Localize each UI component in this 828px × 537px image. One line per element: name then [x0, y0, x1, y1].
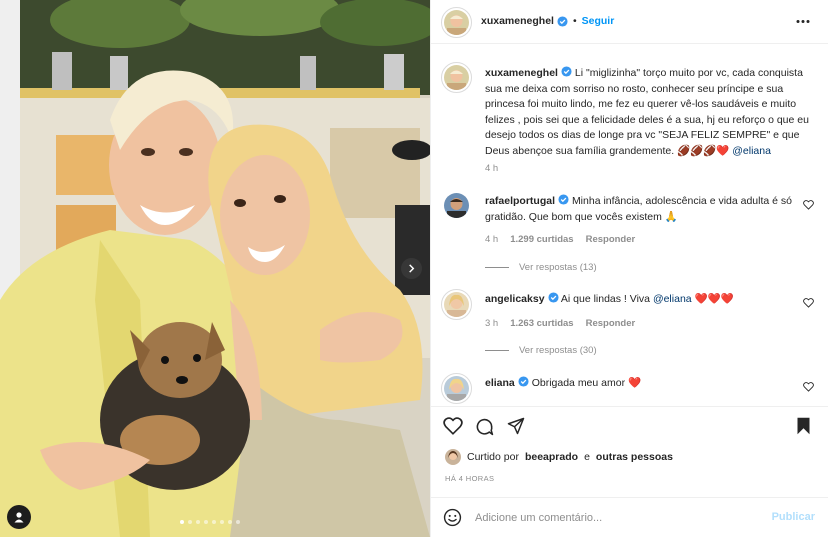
instagram-post-modal: xuxameneghel • Seguir xuxameneghel Li "m…	[0, 0, 828, 537]
verified-badge-icon	[557, 15, 568, 27]
comment-text: Obrigada meu amor ❤️	[531, 377, 642, 389]
user-icon	[14, 512, 24, 523]
view-replies-button[interactable]: Ver respostas (30)	[485, 345, 597, 356]
post-header: xuxameneghel • Seguir	[431, 0, 828, 44]
comment-item: angelicaksy Ai que lindas ! Viva @eliana…	[485, 292, 815, 308]
comment-avatar[interactable]	[444, 292, 469, 317]
like-comment-heart-icon[interactable]	[803, 298, 814, 308]
save-bookmark-icon[interactable]	[796, 417, 811, 435]
liked-by-connector: e	[584, 451, 590, 463]
comment-meta: 3 h 1.263 curtidas Responder	[485, 318, 635, 329]
verified-badge-icon	[561, 66, 572, 77]
comment-avatar[interactable]	[444, 193, 469, 218]
post-photo[interactable]	[0, 0, 430, 537]
liked-by-others[interactable]: outras pessoas	[596, 451, 673, 463]
next-photo-button[interactable]	[401, 258, 422, 279]
reply-button[interactable]: Responder	[586, 234, 636, 245]
verified-badge-icon	[548, 292, 559, 303]
reply-button[interactable]: Responder	[586, 318, 636, 329]
like-heart-icon[interactable]	[443, 417, 463, 435]
liker-avatar[interactable]	[445, 449, 461, 465]
view-replies-label: Ver respostas (13)	[519, 262, 597, 273]
comment-text: Ai que lindas ! Viva	[560, 293, 651, 305]
post-caption: xuxameneghel Li "miglizinha" torço muito…	[485, 66, 815, 159]
share-send-icon[interactable]	[507, 417, 525, 435]
post-sidebar: xuxameneghel • Seguir xuxameneghel Li "m…	[430, 0, 828, 537]
comment-emoji: ❤️❤️❤️	[694, 293, 734, 305]
emoji-icon[interactable]	[443, 508, 462, 527]
follow-button[interactable]: Seguir	[582, 15, 615, 27]
caption-username[interactable]: xuxameneghel	[485, 67, 558, 79]
avatar[interactable]	[444, 10, 469, 35]
caption-meta: 4 h	[485, 163, 498, 174]
caption-text: Li "miglizinha" torço muito por vc, cada…	[485, 67, 809, 157]
comment-meta: 4 h 1.299 curtidas Responder	[485, 234, 635, 245]
comment-likes[interactable]: 1.263 curtidas	[510, 318, 573, 329]
like-comment-heart-icon[interactable]	[803, 382, 814, 392]
view-replies-label: Ver respostas (30)	[519, 345, 597, 356]
add-comment-input[interactable]	[475, 508, 755, 528]
comment-avatar[interactable]	[444, 376, 469, 401]
post-time[interactable]: HÁ 4 HORAS	[445, 474, 494, 483]
tagged-people-button[interactable]	[7, 505, 31, 529]
carousel-indicators	[180, 520, 240, 524]
comment-age[interactable]: 4 h	[485, 234, 498, 245]
separator-dot: •	[572, 15, 577, 27]
caption-mention[interactable]: @eliana	[732, 145, 771, 157]
verified-badge-icon	[558, 194, 569, 205]
comment-item: eliana Obrigada meu amor ❤️	[485, 376, 815, 392]
liked-by-prefix: Curtido por	[467, 451, 519, 463]
header-username[interactable]: xuxameneghel	[481, 15, 554, 27]
photo-illustration	[0, 0, 430, 537]
comment-likes[interactable]: 1.299 curtidas	[510, 234, 573, 245]
more-horizontal-icon[interactable]	[796, 19, 810, 24]
publish-button[interactable]: Publicar	[772, 511, 815, 523]
comment-username[interactable]: eliana	[485, 377, 515, 389]
post-actions	[431, 406, 828, 446]
comment-mention[interactable]: @eliana	[653, 293, 692, 305]
view-replies-button[interactable]: Ver respostas (13)	[485, 262, 597, 273]
liked-by: Curtido por beeaprado e outras pessoas	[445, 449, 673, 465]
add-comment-bar: Publicar	[431, 497, 828, 537]
comment-username[interactable]: angelicaksy	[485, 293, 545, 305]
chevron-right-icon	[409, 264, 415, 273]
like-comment-heart-icon[interactable]	[803, 200, 814, 210]
caption-age[interactable]: 4 h	[485, 163, 498, 174]
comment-bubble-icon[interactable]	[475, 417, 494, 436]
caption-avatar[interactable]	[444, 65, 469, 90]
liked-by-user[interactable]: beeaprado	[525, 451, 578, 463]
comment-username[interactable]: rafaelportugal	[485, 195, 555, 207]
comment-age[interactable]: 3 h	[485, 318, 498, 329]
comment-item: rafaelportugal Minha infância, adolescên…	[485, 194, 815, 225]
verified-badge-icon	[518, 376, 529, 387]
